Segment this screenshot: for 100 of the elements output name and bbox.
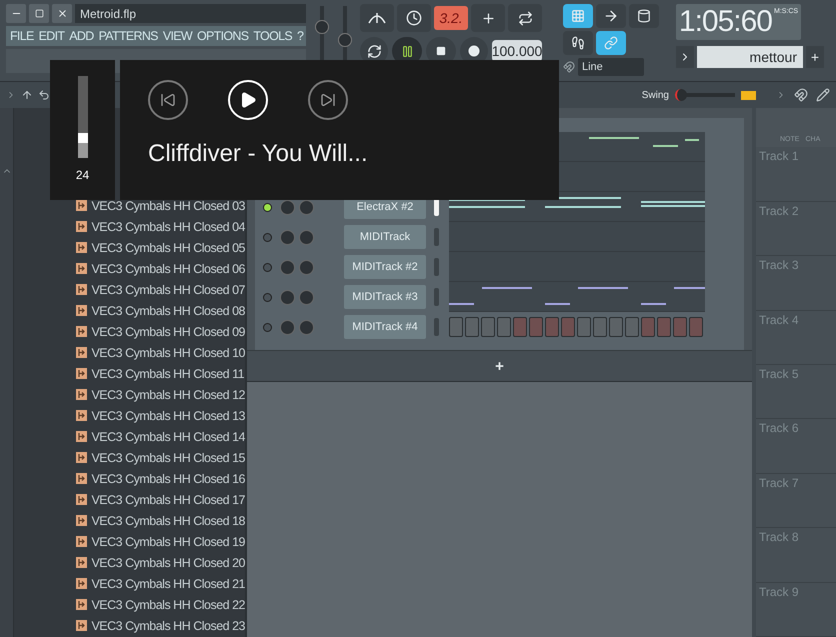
- pan-knob[interactable]: [299, 320, 314, 334]
- track-title: Cliffdiver - You Will...: [148, 140, 369, 168]
- swing-slider[interactable]: [675, 89, 735, 101]
- repeat-icon: [518, 10, 532, 26]
- metronome-button[interactable]: [360, 4, 394, 32]
- menu-item[interactable]: VIEW: [162, 29, 192, 43]
- step-button[interactable]: [465, 317, 479, 337]
- pan-knob[interactable]: [299, 230, 314, 244]
- next-button[interactable]: [308, 80, 348, 120]
- audio-file-icon: [76, 515, 88, 526]
- pan-knob[interactable]: [299, 260, 314, 274]
- restore-button[interactable]: [29, 4, 49, 23]
- pencil-icon[interactable]: [816, 88, 830, 102]
- browser-item[interactable]: VEC3 Cymbals HH Closed 03: [91, 198, 245, 212]
- step-button[interactable]: [689, 317, 703, 337]
- menu-item[interactable]: ADD: [69, 29, 94, 43]
- browser-item[interactable]: VEC3 Cymbals HH Closed 07: [91, 282, 245, 296]
- audio-file-icon: [76, 200, 88, 211]
- step-button[interactable]: [641, 317, 655, 337]
- swing-knob[interactable]: [675, 89, 687, 101]
- arrow-up-icon[interactable]: [21, 89, 33, 101]
- step-button[interactable]: [497, 317, 511, 337]
- menu-item[interactable]: OPTIONS: [196, 29, 248, 43]
- audio-file-icon: [76, 431, 88, 442]
- step-button[interactable]: [545, 317, 559, 337]
- audio-file-icon: [76, 536, 88, 547]
- knob-button[interactable]: [629, 4, 659, 28]
- link-icon: [604, 36, 618, 50]
- step-button[interactable]: [481, 317, 495, 337]
- menu-item[interactable]: PATTERNS: [98, 29, 158, 43]
- step-button[interactable]: [449, 317, 463, 337]
- slider-thumb[interactable]: [314, 20, 328, 34]
- audio-file-icon: [76, 578, 88, 589]
- snap-dropdown[interactable]: Line: [578, 58, 644, 76]
- pattern-menu-button[interactable]: [676, 46, 694, 68]
- channel-button[interactable]: MIDITrack #4: [344, 315, 426, 339]
- slider-thumb[interactable]: [338, 33, 352, 47]
- magnet-icon[interactable]: [794, 88, 808, 102]
- browser-item[interactable]: VEC3 Cymbals HH Closed 12: [91, 388, 245, 402]
- step-button[interactable]: [593, 317, 607, 337]
- menu-item[interactable]: FILE: [10, 29, 34, 43]
- volume-knob[interactable]: [280, 230, 295, 244]
- swing-label: Swing: [642, 90, 669, 100]
- menu-item[interactable]: ?: [297, 29, 304, 43]
- add-pattern-button[interactable]: +: [806, 46, 824, 68]
- volume-knob[interactable]: [280, 320, 295, 334]
- browser-item[interactable]: VEC3 Cymbals HH Closed 13: [91, 408, 245, 422]
- audio-file-icon: [76, 347, 88, 358]
- browser-item[interactable]: VEC3 Cymbals HH Closed 22: [91, 598, 245, 612]
- channel-led[interactable]: [263, 202, 272, 212]
- browser-item[interactable]: VEC3 Cymbals HH Closed 19: [91, 534, 245, 548]
- clock-button[interactable]: [397, 4, 431, 32]
- tempo-display[interactable]: 100.000: [492, 40, 542, 62]
- audio-file-icon: [76, 326, 88, 337]
- volume-knob[interactable]: [280, 290, 295, 304]
- channel-button[interactable]: MIDITrack: [344, 225, 426, 249]
- step-edit-button[interactable]: [563, 31, 593, 55]
- play-button[interactable]: [228, 80, 268, 120]
- browser-item[interactable]: VEC3 Cymbals HH Closed 18: [91, 514, 245, 528]
- pan-knob[interactable]: [299, 290, 314, 304]
- browser-item[interactable]: VEC3 Cymbals HH Closed 08: [91, 304, 245, 318]
- previous-button[interactable]: [148, 80, 188, 120]
- arrow-button[interactable]: [596, 4, 626, 28]
- undo-icon[interactable]: [38, 89, 50, 101]
- step-button[interactable]: [609, 317, 623, 337]
- step-button[interactable]: [673, 317, 687, 337]
- browser-item[interactable]: VEC3 Cymbals HH Closed 15: [91, 450, 245, 464]
- step-button[interactable]: [657, 317, 671, 337]
- step-button[interactable]: [625, 317, 639, 337]
- audio-file-icon: [76, 620, 88, 631]
- browser-item[interactable]: VEC3 Cymbals HH Closed 04: [91, 220, 245, 234]
- volume-knob[interactable]: [280, 260, 295, 274]
- menu-item[interactable]: EDIT: [38, 29, 64, 43]
- loop-pattern-button[interactable]: [508, 4, 542, 32]
- volume-knob[interactable]: [280, 200, 295, 214]
- browser-item[interactable]: VEC3 Cymbals HH Closed 21: [91, 576, 245, 590]
- browser-item[interactable]: VEC3 Cymbals HH Closed 10: [91, 346, 245, 360]
- channel-button[interactable]: MIDITrack #2: [344, 255, 426, 279]
- browser-item[interactable]: VEC3 Cymbals HH Closed 09: [91, 324, 245, 338]
- menu-item[interactable]: TOOLS: [253, 29, 292, 43]
- restore-icon: [34, 9, 44, 18]
- browser-item[interactable]: VEC3 Cymbals HH Closed 16: [91, 472, 245, 486]
- browser-item[interactable]: VEC3 Cymbals HH Closed 23: [91, 618, 245, 632]
- step-button[interactable]: [513, 317, 527, 337]
- pattern-number-display: 3.2.: [434, 6, 468, 30]
- channel-button[interactable]: MIDITrack #3: [344, 285, 426, 309]
- browser-item[interactable]: VEC3 Cymbals HH Closed 14: [91, 430, 245, 444]
- browser-item[interactable]: VEC3 Cymbals HH Closed 17: [91, 492, 245, 506]
- step-button[interactable]: [561, 317, 575, 337]
- browser-item[interactable]: VEC3 Cymbals HH Closed 20: [91, 556, 245, 570]
- step-button[interactable]: [577, 317, 591, 337]
- close-button[interactable]: [52, 4, 72, 23]
- pattern-selector[interactable]: mettour: [697, 46, 803, 68]
- add-channel-button[interactable]: +: [491, 358, 508, 374]
- steps-mode-icon[interactable]: [741, 90, 756, 100]
- browser-item[interactable]: VEC3 Cymbals HH Closed 06: [91, 262, 245, 276]
- browser-item[interactable]: VEC3 Cymbals HH Closed 11: [91, 366, 244, 380]
- step-button[interactable]: [529, 317, 543, 337]
- browser-item[interactable]: VEC3 Cymbals HH Closed 05: [91, 240, 245, 254]
- pan-knob[interactable]: [299, 200, 314, 214]
